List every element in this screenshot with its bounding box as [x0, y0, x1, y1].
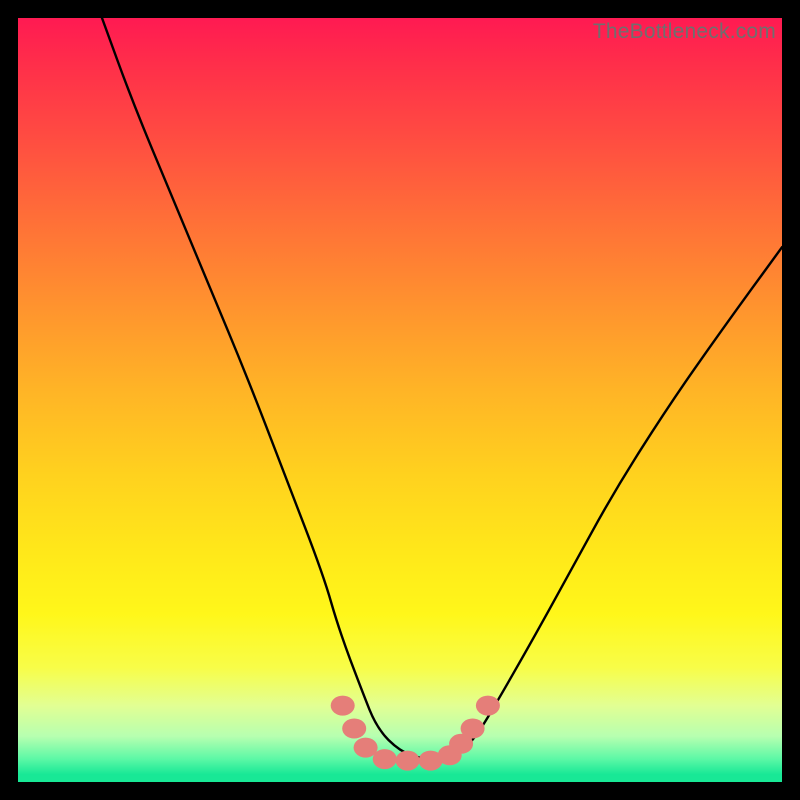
chart-stage: TheBottleneck.com — [0, 0, 800, 800]
chart-plot-area: TheBottleneck.com — [18, 18, 782, 782]
marker-dot — [476, 696, 500, 716]
marker-dot — [373, 749, 397, 769]
watermark-text: TheBottleneck.com — [593, 20, 776, 44]
marker-dot — [461, 719, 485, 739]
chart-overlay-svg — [18, 18, 782, 782]
marker-dot — [342, 719, 366, 739]
curve-path — [102, 18, 782, 759]
marker-dot — [331, 696, 355, 716]
bottom-marker-cluster — [331, 696, 500, 771]
marker-dot — [396, 751, 420, 771]
curve-line — [102, 18, 782, 759]
